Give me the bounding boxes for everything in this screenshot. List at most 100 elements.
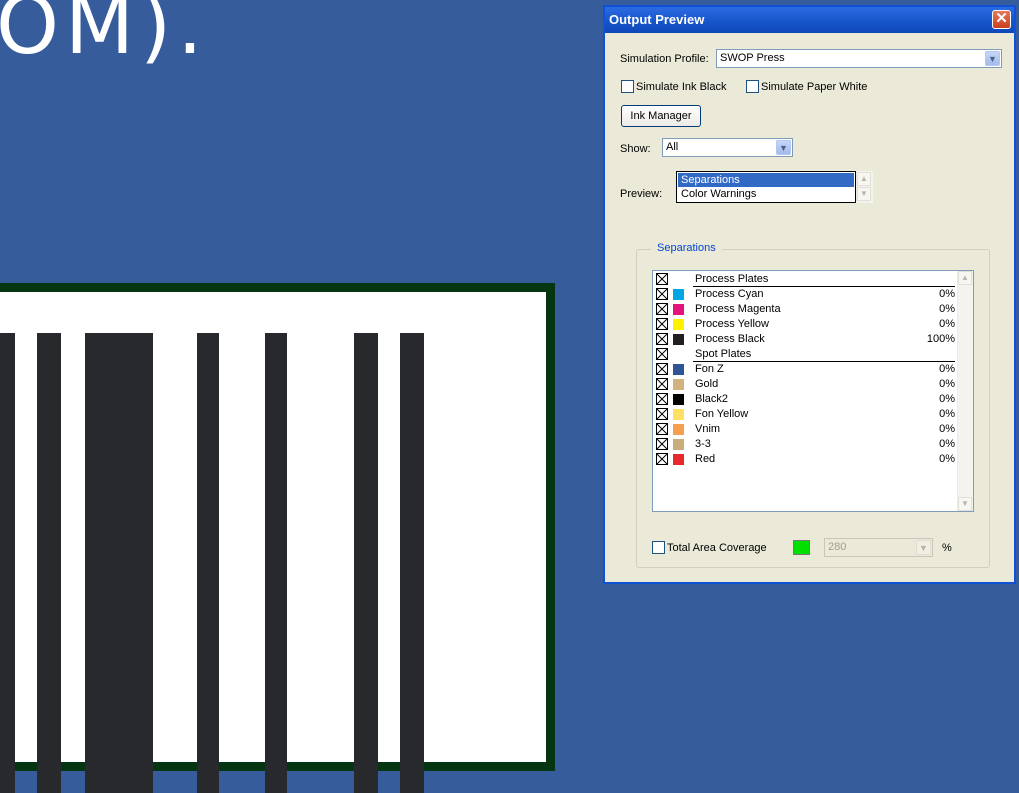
plate-visibility-checkbox[interactable] xyxy=(656,348,668,360)
separations-group-label: Separations xyxy=(651,242,722,254)
separations-scrollbar[interactable]: ▲ ▼ xyxy=(957,271,973,511)
separation-name: Process Plates xyxy=(695,273,769,285)
coverage-color-swatch[interactable] xyxy=(793,540,810,555)
separation-name: 3-3 xyxy=(695,438,711,450)
separation-row[interactable]: Black2 0% xyxy=(653,392,957,407)
simulation-profile-label: Simulation Profile: xyxy=(620,53,709,65)
plate-visibility-checkbox[interactable] xyxy=(656,318,668,330)
total-area-coverage-select: 280 ▼ xyxy=(824,538,933,557)
ink-color-swatch xyxy=(673,289,684,300)
ink-color-swatch xyxy=(673,424,684,435)
separation-name: Gold xyxy=(695,378,719,390)
ink-color-swatch xyxy=(673,379,684,390)
percent-unit-label: % xyxy=(942,542,952,554)
simulate-paper-white-checkbox[interactable] xyxy=(746,80,759,93)
document-heading-text: OM). xyxy=(0,0,209,72)
scroll-down-icon[interactable]: ▼ xyxy=(857,187,871,201)
separation-row[interactable]: Process Yellow 0% xyxy=(653,317,957,332)
total-area-coverage-checkbox[interactable] xyxy=(652,541,665,554)
plate-visibility-checkbox[interactable] xyxy=(656,408,668,420)
show-select[interactable]: All ▼ xyxy=(662,138,793,157)
chevron-down-icon: ▼ xyxy=(916,540,931,555)
dialog-title-bar[interactable]: Output Preview ✕ xyxy=(605,7,1014,33)
artwork-stripe xyxy=(197,333,219,793)
plate-visibility-checkbox[interactable] xyxy=(656,378,668,390)
simulate-ink-black-checkbox[interactable] xyxy=(621,80,634,93)
separation-name: Process Yellow xyxy=(695,318,769,330)
separation-coverage-percent: 0% xyxy=(939,303,955,315)
document-artwork-card xyxy=(0,283,555,793)
separation-name: Red xyxy=(695,453,716,465)
separation-name: Process Magenta xyxy=(695,303,781,315)
separation-row[interactable]: Process Cyan 0% xyxy=(653,287,957,302)
plate-visibility-checkbox[interactable] xyxy=(656,273,668,285)
separation-coverage-percent: 0% xyxy=(939,288,955,300)
close-icon: ✕ xyxy=(995,10,1008,27)
separations-list: Process Plates Process Cyan 0% Process Mage… xyxy=(652,270,974,512)
separation-coverage-percent: 0% xyxy=(939,378,955,390)
plate-visibility-checkbox[interactable] xyxy=(656,453,668,465)
separation-row[interactable]: Process Magenta 0% xyxy=(653,302,957,317)
separation-coverage-percent: 0% xyxy=(939,423,955,435)
plate-visibility-checkbox[interactable] xyxy=(656,363,668,375)
scroll-down-icon[interactable]: ▼ xyxy=(958,497,972,511)
simulate-paper-white-label: Simulate Paper White xyxy=(761,81,868,93)
simulate-ink-black-label: Simulate Ink Black xyxy=(636,81,727,93)
plate-visibility-checkbox[interactable] xyxy=(656,438,668,450)
artwork-stripe xyxy=(400,333,424,793)
separation-row[interactable]: Process Black 100% xyxy=(653,332,957,347)
simulation-profile-value: SWOP Press xyxy=(720,52,785,64)
separation-coverage-percent: 0% xyxy=(939,318,955,330)
ink-color-swatch xyxy=(673,394,684,405)
preview-listbox[interactable]: Separations Color Warnings xyxy=(676,171,856,203)
separations-group: Separations Process Plates Process Cyan 0%… xyxy=(636,242,990,568)
separation-name: Fon Yellow xyxy=(695,408,749,420)
separation-coverage-percent: 0% xyxy=(939,438,955,450)
separation-row[interactable]: Red 0% xyxy=(653,452,957,467)
separation-name: Fon Z xyxy=(695,363,724,375)
separation-row[interactable]: 3-3 0% xyxy=(653,437,957,452)
plate-visibility-checkbox[interactable] xyxy=(656,303,668,315)
scroll-up-icon[interactable]: ▲ xyxy=(857,172,871,186)
total-area-coverage-label: Total Area Coverage xyxy=(667,542,767,554)
separation-row[interactable]: Gold 0% xyxy=(653,377,957,392)
show-value: All xyxy=(666,141,679,153)
preview-scrollbar[interactable]: ▲ ▼ xyxy=(856,171,873,203)
plate-visibility-checkbox[interactable] xyxy=(656,333,668,345)
separation-name: Spot Plates xyxy=(695,348,752,360)
dialog-title: Output Preview xyxy=(609,12,705,27)
separation-row[interactable]: Vnim 0% xyxy=(653,422,957,437)
artwork-stripe xyxy=(265,333,287,793)
separation-name: Process Cyan xyxy=(695,288,764,300)
separation-row[interactable]: Fon Yellow 0% xyxy=(653,407,957,422)
ink-color-swatch xyxy=(673,409,684,420)
separation-coverage-percent: 0% xyxy=(939,363,955,375)
preview-option-separations[interactable]: Separations xyxy=(678,173,854,187)
plate-visibility-checkbox[interactable] xyxy=(656,393,668,405)
ink-color-swatch xyxy=(673,304,684,315)
separation-row[interactable]: Fon Z 0% xyxy=(653,362,957,377)
plate-visibility-checkbox[interactable] xyxy=(656,288,668,300)
close-button[interactable]: ✕ xyxy=(992,10,1011,29)
chevron-down-icon[interactable]: ▼ xyxy=(985,51,1000,66)
simulation-profile-select[interactable]: SWOP Press ▼ xyxy=(716,49,1002,68)
plate-visibility-checkbox[interactable] xyxy=(656,423,668,435)
ink-color-swatch xyxy=(673,454,684,465)
output-preview-dialog: Output Preview ✕ Simulation Profile: SWO… xyxy=(603,5,1016,584)
separation-name: Black2 xyxy=(695,393,729,405)
ink-color-swatch xyxy=(673,364,684,375)
ink-manager-button[interactable]: Ink Manager xyxy=(621,105,701,127)
scroll-up-icon[interactable]: ▲ xyxy=(958,271,972,285)
preview-option-color-warnings[interactable]: Color Warnings xyxy=(678,187,854,201)
separation-coverage-percent: 0% xyxy=(939,408,955,420)
separation-group-header[interactable]: Spot Plates xyxy=(653,347,957,362)
artwork-stripe xyxy=(85,333,153,793)
separation-name: Process Black xyxy=(695,333,765,345)
separation-group-header[interactable]: Process Plates xyxy=(653,272,957,287)
separation-name: Vnim xyxy=(695,423,721,435)
chevron-down-icon[interactable]: ▼ xyxy=(776,140,791,155)
separation-coverage-percent: 0% xyxy=(939,453,955,465)
separation-coverage-percent: 0% xyxy=(939,393,955,405)
ink-color-swatch xyxy=(673,439,684,450)
separation-coverage-percent: 100% xyxy=(926,333,955,345)
